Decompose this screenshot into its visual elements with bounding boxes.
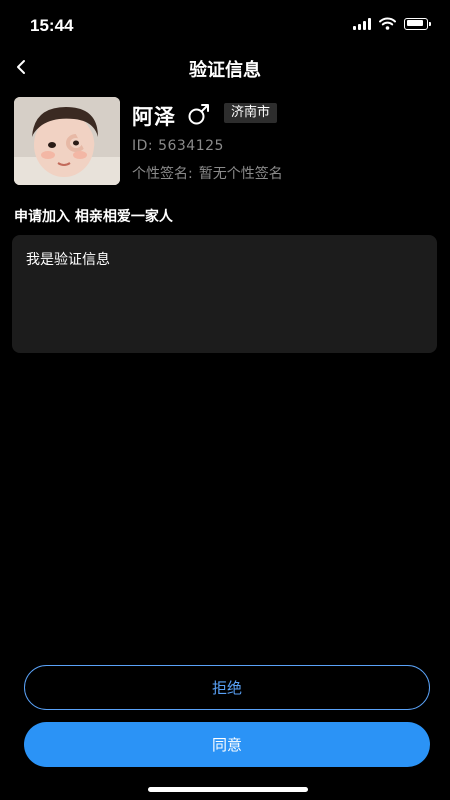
city-badge: 济南市	[224, 103, 278, 123]
reject-button-label: 拒绝	[211, 679, 242, 697]
battery-icon	[404, 17, 431, 30]
battery-level	[406, 20, 423, 26]
male-icon	[188, 104, 209, 125]
apply-text: 申请加入 相亲相爱一家人	[14, 209, 173, 225]
verification-message: 我是验证信息	[26, 252, 110, 268]
agree-button[interactable]: 同意	[24, 722, 430, 767]
signature-value: 暂无个性签名	[198, 166, 283, 182]
page-title: 验证信息	[189, 60, 261, 81]
cellular-signal-icon	[353, 17, 371, 30]
home-indicator[interactable]	[148, 787, 308, 792]
status-bar: 15:44	[0, 0, 450, 52]
status-icons	[353, 17, 431, 30]
status-time: 15:44	[30, 16, 74, 35]
avatar[interactable]	[14, 97, 120, 185]
user-name: 阿泽	[132, 105, 176, 129]
avatar-photo	[14, 97, 120, 185]
reject-button[interactable]: 拒绝	[24, 665, 430, 710]
signature-label: 个性签名:	[132, 166, 193, 182]
wifi-icon	[379, 17, 396, 30]
verification-message-box: 我是验证信息	[12, 235, 437, 353]
agree-button-label: 同意	[211, 736, 242, 754]
user-id: ID: 5634125	[132, 138, 224, 154]
nav-bar: 验证信息	[0, 52, 450, 82]
signature: 个性签名: 暂无个性签名	[132, 163, 283, 183]
